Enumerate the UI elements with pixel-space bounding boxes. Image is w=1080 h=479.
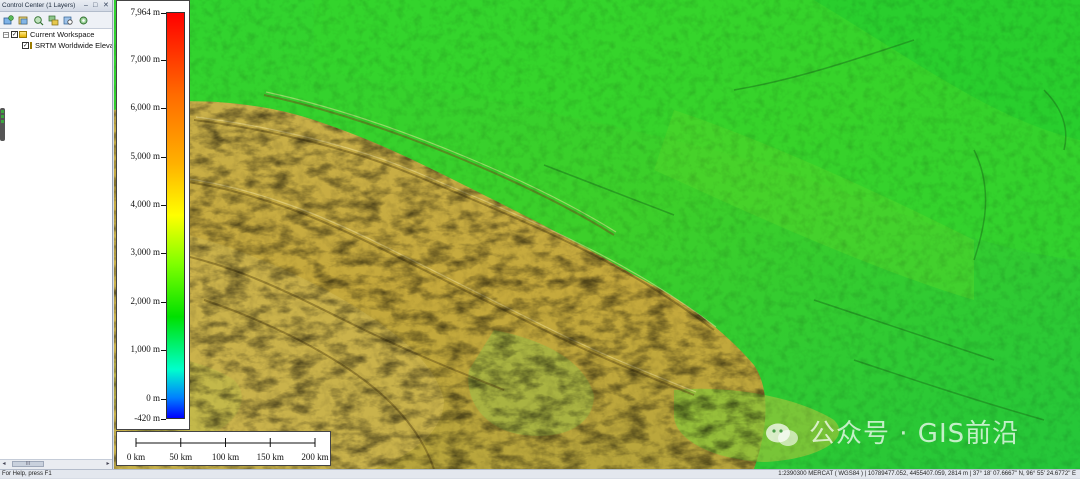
legend-label: 7,964 m <box>130 7 160 17</box>
scale-label: 100 km <box>211 452 240 462</box>
scale-bar-line <box>135 438 316 447</box>
horizontal-scrollbar[interactable]: ◂ III ▸ <box>0 459 112 469</box>
map-view[interactable] <box>114 0 1080 469</box>
raster-layer-icon <box>30 42 32 49</box>
elevation-raster <box>114 0 1080 469</box>
wechat-icon <box>766 423 798 446</box>
legend-tick <box>161 398 166 400</box>
restore-button[interactable]: □ <box>93 0 97 11</box>
legend-tick <box>161 301 166 303</box>
control-center-title: Control Center (1 Layers) <box>2 2 76 9</box>
legend-label: 3,000 m <box>130 247 160 258</box>
add-layer-icon[interactable] <box>2 14 15 26</box>
workspace-checkbox[interactable]: ✓ <box>11 31 18 38</box>
legend-label: 2,000 m <box>130 295 160 306</box>
scroll-left-icon[interactable]: ◂ <box>0 460 8 469</box>
minimize-button[interactable]: – <box>84 0 88 11</box>
layer-label: SRTM Worldwide Elevation <box>35 41 112 50</box>
layer-group-icon[interactable] <box>47 14 60 26</box>
layer-properties-icon[interactable] <box>17 14 30 26</box>
layer-tree: – ✓ Current Workspace ✓ SRTM Worldwide E… <box>0 29 112 51</box>
scale-label: 150 km <box>256 452 284 462</box>
zoom-to-layer-icon[interactable] <box>32 14 45 26</box>
legend-tick <box>161 204 166 206</box>
legend-tick <box>161 59 166 61</box>
legend-label: 6,000 m <box>130 102 160 113</box>
control-center-panel: Control Center (1 Layers) – □ ✕ – ✓ Curr… <box>0 0 113 469</box>
legend-label: 1,000 m <box>130 344 160 355</box>
legend-tick <box>161 156 166 158</box>
scale-label: 200 km <box>301 452 329 462</box>
find-layer-icon[interactable] <box>62 14 75 26</box>
tree-item-layer[interactable]: ✓ SRTM Worldwide Elevation <box>0 40 112 51</box>
panel-resize-handle[interactable] <box>0 108 5 141</box>
scroll-right-icon[interactable]: ▸ <box>104 460 112 469</box>
layer-checkbox[interactable]: ✓ <box>22 42 29 49</box>
legend-tick <box>161 108 166 110</box>
elevation-legend: 7,964 m 7,000 m 6,000 m 5,000 m 4,000 m 3,000… <box>116 0 190 430</box>
watermark-text: 公众号 · GIS前沿 <box>809 419 1020 449</box>
legend-tick <box>161 350 166 352</box>
scroll-thumb[interactable]: III <box>12 461 44 467</box>
control-center-toolbar <box>0 12 112 29</box>
legend-label: 4,000 m <box>130 198 160 209</box>
legend-tick <box>161 253 166 255</box>
tree-item-workspace[interactable]: – ✓ Current Workspace <box>0 29 112 40</box>
legend-label: 5,000 m <box>130 150 160 161</box>
close-button[interactable]: ✕ <box>103 0 109 11</box>
layer-settings-icon[interactable] <box>77 14 90 26</box>
legend-label: 7,000 m <box>130 53 160 64</box>
scale-label: 50 km <box>169 452 193 462</box>
legend-tick <box>161 419 166 420</box>
workspace-icon <box>19 31 27 38</box>
legend-label: -420 m <box>134 413 160 423</box>
control-center-title-bar: Control Center (1 Layers) – □ ✕ <box>0 0 112 12</box>
collapse-icon[interactable]: – <box>3 31 9 38</box>
status-bar: For Help, press F1 1:2390300 MERCAT ( WG… <box>0 469 1080 478</box>
watermark: 公众号 · GIS前沿 <box>765 414 1055 454</box>
legend-tick <box>161 13 166 14</box>
scale-bar: 0 km 50 km 100 km 150 km 200 km <box>116 431 331 466</box>
legend-label: 0 m <box>146 392 160 403</box>
color-ramp <box>166 12 185 419</box>
workspace-label: Current Workspace <box>30 30 95 39</box>
scale-label: 0 km <box>126 452 146 462</box>
